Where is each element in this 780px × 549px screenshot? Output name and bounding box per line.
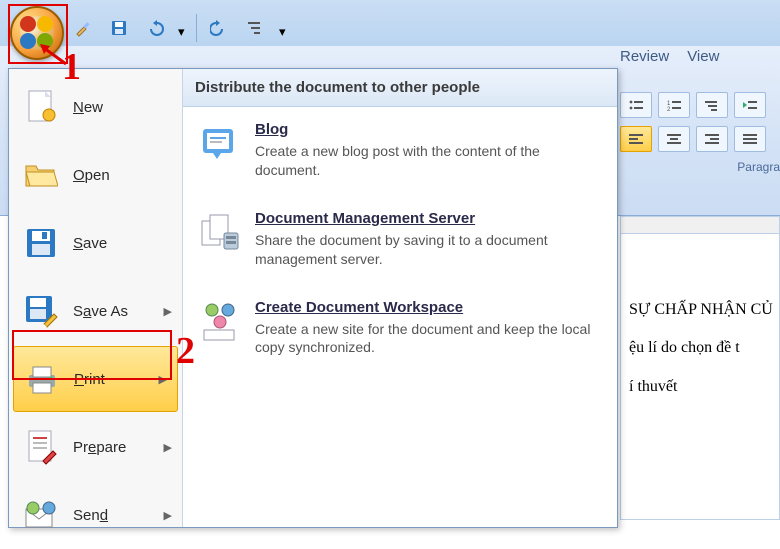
- submenu-item-title: Document Management Server: [255, 210, 603, 227]
- send-icon: [23, 497, 59, 533]
- submenu-item-dms[interactable]: Document Management Server Share the doc…: [183, 196, 617, 285]
- submenu-item-blog[interactable]: Blog Create a new blog post with the con…: [183, 107, 617, 196]
- justify-button[interactable]: [734, 126, 766, 152]
- blog-icon: [197, 121, 241, 165]
- submenu-item-workspace[interactable]: Create Document Workspace Create a new s…: [183, 285, 617, 374]
- open-folder-icon: [23, 157, 59, 193]
- menu-item-label: Send: [73, 507, 108, 524]
- annotation-box-print: [12, 330, 172, 380]
- menu-item-new[interactable]: New: [9, 73, 182, 141]
- qat-brush-button[interactable]: [70, 15, 96, 41]
- new-document-icon: [23, 89, 59, 125]
- menu-item-label: New: [73, 99, 103, 116]
- document-area[interactable]: SỰ CHẤP NHẬN CỦ ệu lí do chọn đề t í thu…: [620, 230, 780, 520]
- annotation-number-1: 1: [62, 48, 81, 86]
- menu-item-label: Save: [73, 235, 107, 252]
- menu-item-label: Prepare: [73, 439, 126, 456]
- submenu-item-desc: Create a new site for the document and k…: [255, 320, 603, 358]
- menu-item-label: Open: [73, 167, 110, 184]
- submenu-item-desc: Share the document by saving it to a doc…: [255, 231, 603, 269]
- menu-item-prepare[interactable]: Prepare ▶: [9, 413, 182, 481]
- office-menu: New Open Save Save As ▶ Print: [8, 68, 618, 528]
- bullets-button[interactable]: [620, 92, 652, 118]
- submenu-item-title: Create Document Workspace: [255, 299, 603, 316]
- multilevel-button[interactable]: [696, 92, 728, 118]
- prepare-icon: [23, 429, 59, 465]
- annotation-number-2: 2: [176, 332, 195, 370]
- document-line: ệu lí do chọn đề t: [629, 329, 771, 367]
- menu-item-save[interactable]: Save: [9, 209, 182, 277]
- align-right-button[interactable]: [696, 126, 728, 152]
- submenu-item-title: Blog: [255, 121, 603, 138]
- svg-text:2: 2: [667, 107, 671, 111]
- save-disk-icon: [23, 225, 59, 261]
- office-menu-left: New Open Save Save As ▶ Print: [9, 69, 183, 527]
- qat-save-button[interactable]: [106, 15, 132, 41]
- ribbon-tabs: Review View: [620, 48, 719, 65]
- align-center-button[interactable]: [658, 126, 690, 152]
- align-left-button[interactable]: [620, 126, 652, 152]
- qat-redo-button[interactable]: [207, 15, 233, 41]
- menu-item-label: Save As: [73, 303, 128, 320]
- paragraph-group-label: Paragra: [620, 160, 780, 174]
- workspace-icon: [197, 299, 241, 343]
- submenu-arrow-icon: ▶: [164, 441, 172, 454]
- qat-separator: [196, 14, 197, 42]
- menu-item-open[interactable]: Open: [9, 141, 182, 209]
- undo-dropdown-icon[interactable]: ▾: [178, 24, 186, 32]
- decrease-indent-button[interactable]: [734, 92, 766, 118]
- submenu-header: Distribute the document to other people: [183, 69, 617, 107]
- qat-undo-button[interactable]: [142, 15, 168, 41]
- menu-item-send[interactable]: Send ▶: [9, 481, 182, 549]
- ribbon-paragraph-group: 12 Paragra: [620, 92, 780, 174]
- document-line: SỰ CHẤP NHẬN CỦ: [629, 291, 771, 329]
- tab-review[interactable]: Review: [620, 48, 669, 65]
- submenu-arrow-icon: ▶: [164, 305, 172, 318]
- tab-view[interactable]: View: [687, 48, 719, 65]
- qat-customize-dropdown[interactable]: ▾: [279, 24, 287, 32]
- office-submenu-panel: Distribute the document to other people …: [183, 69, 617, 527]
- document-line: í thuvết: [629, 368, 771, 406]
- qat-style-button[interactable]: [243, 15, 269, 41]
- numbering-button[interactable]: 12: [658, 92, 690, 118]
- horizontal-ruler[interactable]: [620, 216, 780, 234]
- server-icon: [197, 210, 241, 254]
- save-as-icon: [23, 293, 59, 329]
- submenu-item-desc: Create a new blog post with the content …: [255, 142, 603, 180]
